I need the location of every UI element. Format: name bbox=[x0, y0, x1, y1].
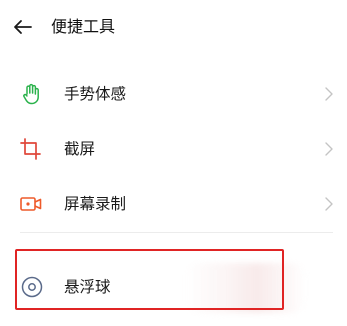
floating-ball-toggle[interactable] bbox=[184, 263, 306, 313]
list-item-label: 手势体感 bbox=[64, 85, 127, 103]
hand-gesture-icon-wrap bbox=[20, 83, 42, 105]
list-item-gesture[interactable]: 手势体感 bbox=[0, 66, 347, 121]
list-item-screen-record[interactable]: 屏幕录制 bbox=[0, 176, 347, 231]
list-item-floating-ball[interactable]: 悬浮球 bbox=[0, 259, 347, 317]
hand-gesture-icon bbox=[23, 83, 39, 105]
list-item-label: 屏幕录制 bbox=[64, 195, 127, 213]
video-record-icon bbox=[20, 197, 42, 211]
chevron-right-icon bbox=[323, 140, 335, 158]
page-title: 便捷工具 bbox=[51, 17, 116, 36]
list-item-label: 截屏 bbox=[64, 140, 96, 158]
floating-ball-icon-wrap bbox=[20, 275, 44, 299]
video-record-icon-wrap bbox=[20, 193, 42, 215]
list-item-screenshot[interactable]: 截屏 bbox=[0, 121, 347, 176]
floating-ball-icon bbox=[21, 276, 43, 298]
tools-list: 手势体感 截屏 屏幕录制 bbox=[0, 66, 347, 231]
chevron-right-icon bbox=[323, 195, 335, 213]
crop-screenshot-icon-wrap bbox=[20, 138, 42, 160]
chevron-right-icon bbox=[323, 85, 335, 103]
back-arrow-icon bbox=[14, 20, 32, 34]
back-button[interactable] bbox=[10, 14, 36, 40]
header-bar: 便捷工具 bbox=[0, 0, 347, 56]
section-divider bbox=[20, 232, 333, 233]
crop-screenshot-icon bbox=[20, 138, 41, 160]
floating-ball-label: 悬浮球 bbox=[64, 278, 111, 296]
